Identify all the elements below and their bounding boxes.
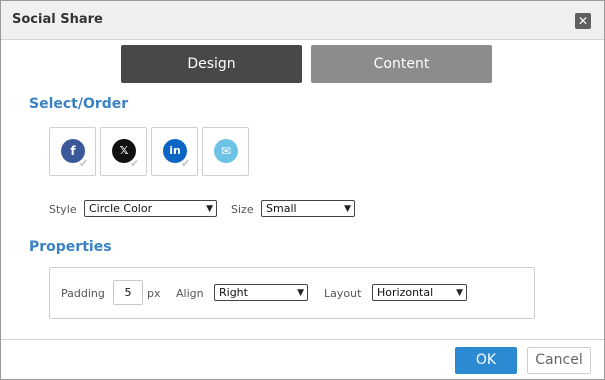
style-select[interactable]: Circle Color ▼: [84, 200, 217, 217]
align-label: Align: [176, 287, 204, 300]
tab-design[interactable]: Design: [121, 45, 302, 83]
layout-select-value: Horizontal: [377, 286, 434, 299]
chevron-down-icon: ▼: [297, 288, 304, 298]
style-label: Style: [49, 203, 77, 216]
x-toggle[interactable]: 𝕏 ✔: [100, 127, 147, 176]
size-select[interactable]: Small ▼: [261, 200, 355, 217]
ok-button[interactable]: OK: [455, 347, 517, 374]
chevron-down-icon: ▼: [456, 288, 463, 298]
tab-content[interactable]: Content: [311, 45, 492, 83]
checkmark-icon: ✔: [79, 157, 89, 170]
dialog-titlebar: Social Share ✕: [1, 1, 604, 40]
cancel-button[interactable]: Cancel: [527, 347, 591, 374]
chevron-down-icon: ▼: [344, 204, 351, 214]
size-label: Size: [231, 203, 254, 216]
social-share-dialog: Social Share ✕ Design Content Select/Ord…: [0, 0, 605, 380]
padding-label: Padding: [61, 287, 105, 300]
align-select[interactable]: Right ▼: [214, 284, 308, 301]
padding-input[interactable]: 5: [113, 280, 143, 305]
style-select-value: Circle Color: [89, 202, 153, 215]
chevron-down-icon: ▼: [206, 204, 213, 214]
dialog-title: Social Share: [12, 12, 103, 27]
layout-select[interactable]: Horizontal ▼: [372, 284, 467, 301]
facebook-toggle[interactable]: f ✔: [49, 127, 96, 176]
close-icon: ✕: [577, 14, 589, 28]
linkedin-toggle[interactable]: in ✔: [151, 127, 198, 176]
select-order-heading: Select/Order: [29, 96, 129, 112]
size-select-value: Small: [266, 202, 297, 215]
checkmark-icon: ✔: [181, 157, 191, 170]
align-select-value: Right: [219, 286, 248, 299]
padding-unit: px: [147, 287, 161, 300]
checkmark-icon: ✔: [130, 157, 140, 170]
layout-label: Layout: [324, 287, 362, 300]
properties-heading: Properties: [29, 239, 112, 255]
close-button[interactable]: ✕: [575, 13, 591, 29]
email-toggle[interactable]: ✉: [202, 127, 249, 176]
email-icon: ✉: [214, 139, 238, 163]
